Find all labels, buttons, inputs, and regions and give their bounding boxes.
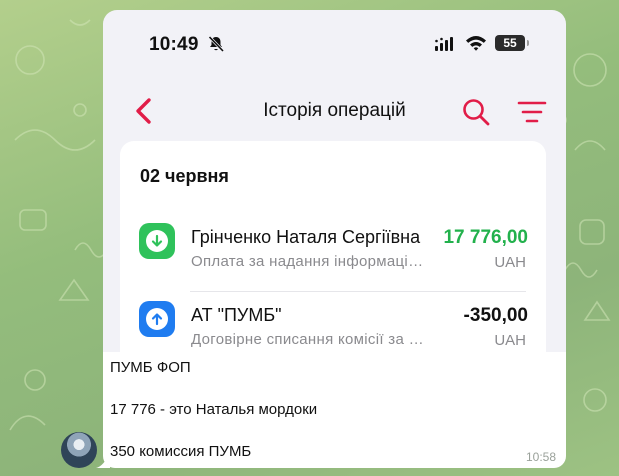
- nav-bar: Історія операцій: [103, 90, 566, 134]
- phone-screenshot[interactable]: 10:49 55 Історія операцій 02 червня Грін…: [103, 10, 566, 352]
- status-time: 10:49: [149, 34, 199, 55]
- arrow-up-icon: [151, 313, 163, 326]
- message-line: 350 комиссия ПУМБ: [110, 443, 252, 460]
- transaction-row[interactable]: АТ "ПУМБ" Договірне списання комісії за …: [120, 289, 546, 352]
- wifi-icon: [465, 35, 487, 51]
- transaction-currency: UAH: [494, 332, 526, 349]
- bell-slash-icon: [207, 35, 225, 53]
- transaction-row[interactable]: Грінченко Наталя Сергіївна Оплата за над…: [120, 211, 546, 281]
- status-bar: 10:49 55: [103, 10, 566, 80]
- transaction-name: Грінченко Наталя Сергіївна: [191, 227, 421, 247]
- page-title: Історія операцій: [263, 100, 406, 121]
- arrow-down-icon: [151, 234, 163, 247]
- cellular-signal-icon: [435, 37, 457, 51]
- transaction-amount: 17 776,00: [443, 227, 528, 248]
- transaction-currency: UAH: [494, 254, 526, 271]
- transactions-card: 02 червня Грінченко Наталя Сергіївна Опл…: [120, 141, 546, 352]
- filter-icon[interactable]: [517, 99, 547, 125]
- message-time: 10:58: [525, 450, 556, 464]
- message-bubble[interactable]: ПУМБ ФОП 17 776 - это Наталья мордоки 35…: [103, 352, 566, 468]
- bubble-tail: [96, 452, 110, 468]
- expense-badge: [139, 301, 175, 337]
- income-badge: [139, 223, 175, 259]
- battery-indicator: 55: [495, 35, 529, 51]
- avatar[interactable]: [61, 432, 97, 468]
- date-header: 02 червня: [140, 166, 229, 186]
- transaction-amount: -350,00: [463, 305, 528, 326]
- transaction-name: АТ "ПУМБ": [191, 305, 282, 325]
- message-line: ПУМБ ФОП: [110, 359, 191, 376]
- transaction-description: Договірне списання комісії за обслуговув…: [191, 331, 429, 348]
- message-line: 17 776 - это Наталья мордоки: [110, 401, 318, 418]
- search-icon[interactable]: [461, 97, 491, 127]
- transaction-description: Оплата за надання інформаційних послуг: [191, 253, 429, 270]
